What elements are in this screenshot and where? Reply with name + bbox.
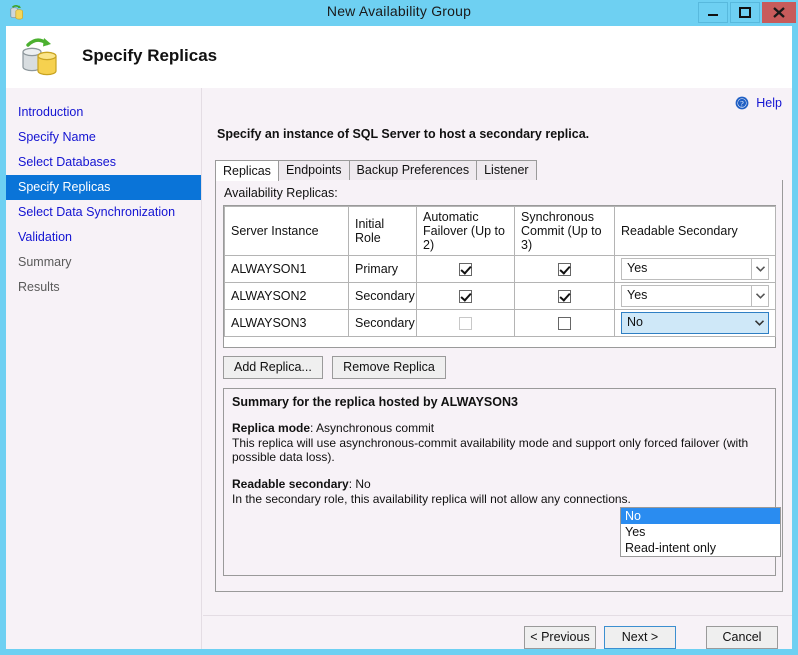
window-title: New Availability Group: [326, 3, 472, 19]
minimize-icon[interactable]: [698, 2, 728, 23]
dropdown-option-read-intent-only[interactable]: Read-intent only: [621, 540, 780, 556]
summary-entry-replica-mode-label: Replica mode: [232, 421, 311, 435]
summary-entry-readable-secondary-label: Readable secondary: [232, 477, 349, 491]
summary-entry-replica-mode-header: Replica mode: Asynchronous commit: [232, 421, 435, 435]
cancel-button[interactable]: Cancel: [706, 626, 778, 649]
tab-endpoints[interactable]: Endpoints: [277, 160, 350, 180]
help-circle-icon: ?: [735, 96, 749, 113]
sidebar-item-validation[interactable]: Validation: [6, 225, 201, 250]
sidebar-item-summary[interactable]: Summary: [6, 250, 201, 275]
readable-secondary-value: Yes: [627, 288, 648, 302]
summary-entry-replica-mode-value: Asynchronous commit: [316, 421, 435, 435]
readable-secondary-value: No: [627, 315, 643, 329]
grid-action-buttons: Add Replica... Remove Replica: [223, 356, 452, 380]
cell-synchronous-commit[interactable]: [514, 309, 615, 337]
table-row[interactable]: ALWAYSON2 Secondary Yes: [224, 282, 776, 310]
column-header-automatic-failover[interactable]: Automatic Failover (Up to 2): [416, 206, 515, 256]
help-link[interactable]: ? Help: [735, 96, 782, 113]
cell-readable-secondary[interactable]: Yes: [614, 282, 776, 310]
availability-group-wizard-window: New Availability Group Specify Replicas …: [0, 0, 798, 655]
sidebar-item-specify-replicas[interactable]: Specify Replicas: [6, 175, 201, 200]
readable-secondary-dropdown[interactable]: No: [621, 312, 769, 334]
page-title: Specify Replicas: [82, 46, 218, 65]
summary-title: Summary for the replica hosted by ALWAYS…: [232, 395, 518, 409]
summary-entry-readable-secondary-value: No: [355, 477, 371, 491]
close-icon[interactable]: [762, 2, 796, 23]
column-header-synchronous-commit[interactable]: Synchronous Commit (Up to 3): [514, 206, 615, 256]
svg-text:?: ?: [740, 99, 744, 108]
automatic-failover-checkbox[interactable]: [459, 317, 472, 331]
chevron-down-icon: [751, 286, 768, 306]
chevron-down-icon: [751, 313, 768, 333]
sidebar-item-specify-name[interactable]: Specify Name: [6, 125, 201, 150]
next-button[interactable]: Next >: [604, 626, 676, 649]
readable-secondary-value: Yes: [627, 261, 648, 275]
column-header-server-instance[interactable]: Server Instance: [224, 206, 349, 256]
cell-automatic-failover[interactable]: [416, 309, 515, 337]
content-pane: ? Help Specify an instance of SQL Server…: [203, 88, 792, 615]
table-row[interactable]: ALWAYSON3 Secondary No: [224, 309, 776, 337]
sidebar-item-select-databases[interactable]: Select Databases: [6, 150, 201, 175]
cell-readable-secondary[interactable]: No: [614, 309, 776, 337]
readable-secondary-dropdown[interactable]: Yes: [621, 258, 769, 280]
grid-header-row: Server Instance Initial Role Automatic F…: [224, 206, 776, 256]
cell-server-instance: ALWAYSON3: [224, 309, 349, 337]
dropdown-option-no[interactable]: No: [621, 508, 780, 524]
cell-automatic-failover[interactable]: [416, 282, 515, 310]
automatic-failover-checkbox[interactable]: [459, 290, 472, 304]
synchronous-commit-checkbox[interactable]: [558, 263, 571, 277]
cell-initial-role: Secondary: [348, 282, 417, 310]
sidebar-item-introduction[interactable]: Introduction: [6, 100, 201, 125]
wizard-steps-sidebar: Introduction Specify Name Select Databas…: [6, 88, 202, 649]
automatic-failover-checkbox[interactable]: [459, 263, 472, 277]
tab-replicas[interactable]: Replicas: [215, 160, 279, 181]
synchronous-commit-checkbox[interactable]: [558, 317, 571, 331]
tab-strip: Replicas Endpoints Backup Preferences Li…: [215, 160, 783, 181]
page-instruction: Specify an instance of SQL Server to hos…: [217, 127, 590, 141]
column-header-readable-secondary[interactable]: Readable Secondary: [614, 206, 776, 256]
summary-entry-readable-secondary-header: Readable secondary: No: [232, 477, 371, 491]
synchronous-commit-checkbox[interactable]: [558, 290, 571, 304]
availability-replicas-grid: Server Instance Initial Role Automatic F…: [223, 205, 776, 348]
summary-entry-readable-secondary-description: In the secondary role, this availability…: [232, 492, 631, 506]
summary-entry-replica-mode-description: This replica will use asynchronous-commi…: [232, 436, 749, 464]
tab-backup-preferences[interactable]: Backup Preferences: [348, 160, 478, 180]
replicas-tab-panel: Availability Replicas: Server Instance I…: [215, 180, 783, 592]
cell-server-instance: ALWAYSON1: [224, 255, 349, 283]
table-row[interactable]: ALWAYSON1 Primary Yes: [224, 255, 776, 283]
cell-server-instance: ALWAYSON2: [224, 282, 349, 310]
cell-initial-role: Secondary: [348, 309, 417, 337]
cell-automatic-failover[interactable]: [416, 255, 515, 283]
readable-secondary-dropdown[interactable]: Yes: [621, 285, 769, 307]
page-header: Specify Replicas: [6, 26, 792, 88]
databases-sync-icon: [18, 34, 66, 80]
dropdown-option-yes[interactable]: Yes: [621, 524, 780, 540]
chevron-down-icon: [751, 259, 768, 279]
wizard-footer: < Previous Next > Cancel: [203, 616, 792, 649]
cell-initial-role: Primary: [348, 255, 417, 283]
add-replica-button[interactable]: Add Replica...: [223, 356, 323, 379]
column-header-initial-role[interactable]: Initial Role: [348, 206, 417, 256]
cell-synchronous-commit[interactable]: [514, 255, 615, 283]
sidebar-item-results[interactable]: Results: [6, 275, 201, 300]
help-label: Help: [756, 96, 782, 110]
remove-replica-button[interactable]: Remove Replica: [332, 356, 446, 379]
sidebar-item-select-data-synchronization[interactable]: Select Data Synchronization: [6, 200, 201, 225]
tab-listener[interactable]: Listener: [476, 160, 537, 180]
maximize-icon[interactable]: [730, 2, 760, 23]
availability-replicas-label: Availability Replicas:: [224, 186, 338, 200]
previous-button[interactable]: < Previous: [524, 626, 596, 649]
title-bar: New Availability Group: [0, 0, 798, 26]
cell-readable-secondary[interactable]: Yes: [614, 255, 776, 283]
readable-secondary-dropdown-list[interactable]: No Yes Read-intent only: [620, 507, 781, 557]
cell-synchronous-commit[interactable]: [514, 282, 615, 310]
